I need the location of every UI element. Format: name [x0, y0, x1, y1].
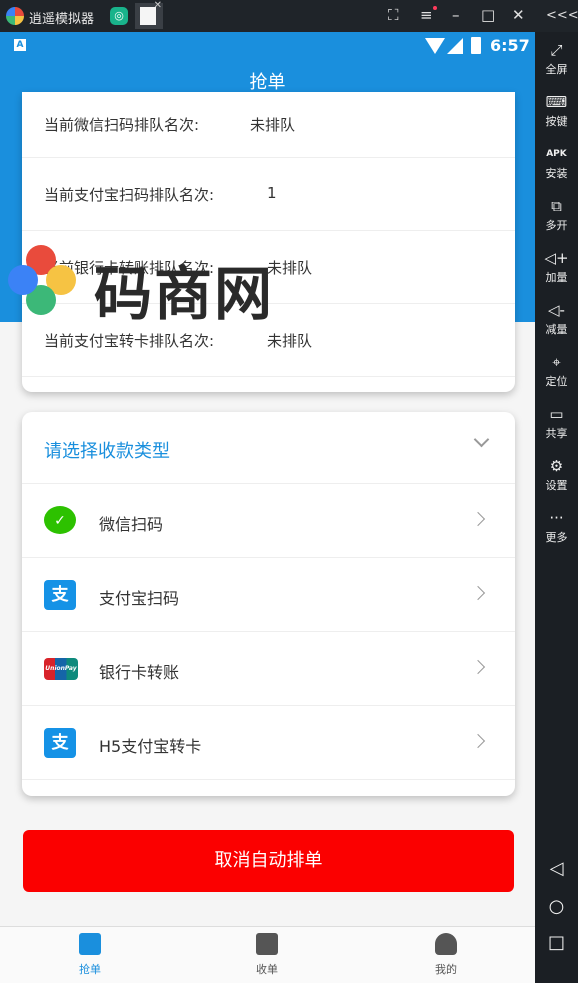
- wechat-icon: ✓: [44, 506, 76, 534]
- payment-item-bank-transfer[interactable]: UnionPay 银行卡转账: [22, 632, 515, 706]
- collapse-sidebar-icon[interactable]: <<<: [546, 8, 578, 23]
- payment-type-heading: 请选择收款类型: [44, 441, 170, 462]
- location-button[interactable]: ⌖ 定位: [535, 352, 578, 389]
- status-time: 6:57: [490, 36, 530, 55]
- apk-icon: APK: [546, 149, 567, 159]
- volume-up-button[interactable]: ◁+ 加量: [535, 248, 578, 285]
- queue-value: 未排队: [267, 332, 313, 350]
- gear-icon: ⚙: [549, 457, 564, 475]
- keymap-button[interactable]: ⌨ 按键: [535, 92, 578, 129]
- emulator-sidebar: ⤢ 全屏 ⌨ 按键 APK 安装 ⧉ 多开 ◁+ 加量 ◁- 减量 ⌖ 定位 ▭…: [535, 32, 578, 983]
- multi-instance-button[interactable]: ⧉ 多开: [535, 196, 578, 233]
- side-button-label: 减量: [545, 323, 568, 336]
- queue-label: 当前支付宝转卡排队名次:: [44, 332, 215, 350]
- emulator-home-tab-icon[interactable]: ◎: [110, 7, 128, 25]
- side-button-label: 安装: [545, 167, 568, 180]
- watermark-flower-icon: [8, 245, 80, 317]
- menu-icon[interactable]: ≡: [420, 6, 437, 24]
- side-button-label: 共享: [545, 427, 568, 440]
- order-icon: [79, 933, 101, 955]
- side-button-label: 全屏: [545, 63, 568, 76]
- emulator-app-tab[interactable]: ✕: [135, 0, 163, 29]
- battery-icon: [471, 37, 481, 54]
- user-icon: [435, 933, 457, 955]
- install-apk-button[interactable]: APK 安装: [535, 144, 578, 181]
- payment-item-h5-alipay[interactable]: 支 H5支付宝转卡: [22, 706, 515, 780]
- maximize-icon[interactable]: □: [481, 6, 495, 24]
- payment-item-alipay[interactable]: 支 支付宝扫码: [22, 558, 515, 632]
- side-button-label: 更多: [545, 531, 568, 544]
- tab-label: 收单: [256, 963, 278, 976]
- queue-value: 未排队: [250, 116, 296, 134]
- phone-screen: A 6:57 抢单 当前微信扫码排队名次: 未排队 当前支付宝扫码排队名次: 1…: [0, 32, 535, 983]
- chevron-right-icon: [470, 511, 486, 527]
- status-bar: A 6:57: [0, 32, 535, 60]
- emulator-app-name: 逍遥模拟器: [29, 12, 95, 27]
- queue-label: 当前支付宝扫码排队名次:: [44, 186, 215, 204]
- settings-button[interactable]: ⚙ 设置: [535, 456, 578, 493]
- watermark: 码商网: [8, 245, 308, 328]
- keyboard-icon: ⌨: [545, 93, 568, 111]
- watermark-text: 码商网: [94, 260, 275, 328]
- chevron-down-icon: [473, 431, 490, 448]
- multi-window-icon: ⧉: [551, 197, 562, 215]
- side-button-label: 设置: [545, 479, 568, 492]
- tab-mine[interactable]: 我的: [386, 927, 506, 983]
- chevron-right-icon: [470, 585, 486, 601]
- side-button-label: 按键: [545, 115, 568, 128]
- alipay-icon: 支: [44, 580, 76, 610]
- close-icon[interactable]: ✕: [512, 6, 525, 24]
- bottom-tab-bar: 抢单 收单 我的: [0, 926, 535, 983]
- screenshot-icon[interactable]: ⛶: [388, 6, 399, 24]
- recent-apps-icon[interactable]: □: [535, 932, 578, 953]
- payment-item-label: H5支付宝转卡: [99, 737, 202, 756]
- payment-item-wechat[interactable]: ✓ 微信扫码: [22, 484, 515, 558]
- payment-item-label: 支付宝扫码: [99, 589, 180, 608]
- payment-type-dropdown[interactable]: 请选择收款类型: [22, 412, 515, 484]
- minimize-icon[interactable]: –: [452, 6, 460, 24]
- page-title: 抢单: [249, 72, 286, 93]
- signal-icon: [447, 38, 463, 54]
- emulator-logo-icon: [6, 7, 24, 25]
- side-button-label: 加量: [545, 271, 568, 284]
- queue-row: 当前支付宝扫码排队名次: 1: [22, 158, 515, 231]
- tab-grab-order[interactable]: 抢单: [30, 927, 150, 983]
- payment-item-label: 银行卡转账: [99, 663, 180, 682]
- queue-row: 当前微信扫码排队名次: 未排队: [22, 92, 515, 158]
- volume-down-icon: ◁-: [548, 301, 565, 319]
- more-button[interactable]: ··· 更多: [535, 508, 578, 545]
- tab-label: 我的: [435, 963, 457, 976]
- tab-receive-order[interactable]: 收单: [207, 927, 327, 983]
- fullscreen-button[interactable]: ⤢ 全屏: [535, 40, 578, 77]
- queue-card: 当前微信扫码排队名次: 未排队 当前支付宝扫码排队名次: 1 当前银行卡转账排队…: [22, 92, 515, 392]
- tab-label: 抢单: [79, 963, 101, 976]
- wifi-icon: [425, 38, 445, 54]
- more-dots-icon: ···: [549, 509, 564, 527]
- chevron-right-icon: [470, 733, 486, 749]
- inbox-icon: [256, 933, 278, 955]
- payment-item-label: 微信扫码: [99, 515, 164, 534]
- alipay-icon: 支: [44, 728, 76, 758]
- volume-up-icon: ◁+: [544, 249, 569, 267]
- chevron-right-icon: [470, 659, 486, 675]
- payment-type-card: 请选择收款类型 ✓ 微信扫码 支 支付宝扫码 UnionPay 银行卡转账 支 …: [22, 412, 515, 796]
- notification-icon: A: [14, 39, 26, 51]
- unionpay-icon: UnionPay: [44, 658, 78, 680]
- home-icon[interactable]: ○: [535, 896, 578, 917]
- share-folder-button[interactable]: ▭ 共享: [535, 404, 578, 441]
- folder-icon: ▭: [549, 405, 564, 423]
- close-tab-icon[interactable]: ✕: [154, 0, 162, 11]
- cancel-auto-order-button[interactable]: 取消自动排单: [23, 830, 514, 892]
- queue-value: 1: [267, 184, 277, 202]
- volume-down-button[interactable]: ◁- 减量: [535, 300, 578, 337]
- back-icon[interactable]: ◁: [535, 858, 578, 879]
- side-button-label: 多开: [545, 219, 568, 232]
- fullscreen-icon: ⤢: [550, 41, 563, 59]
- queue-label: 当前微信扫码排队名次:: [44, 116, 200, 134]
- emulator-titlebar: 逍遥模拟器 ◎ ✕ ⛶ ≡ – □ ✕ <<<: [0, 0, 578, 32]
- side-button-label: 定位: [545, 375, 568, 388]
- location-pin-icon: ⌖: [552, 353, 561, 371]
